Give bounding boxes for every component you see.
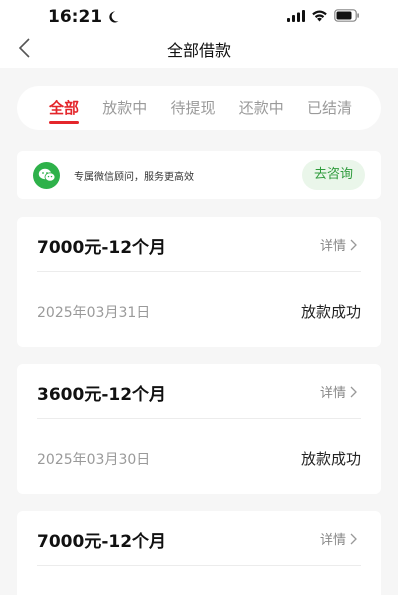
system-icons	[287, 9, 360, 22]
loan-amount: 7000元-12个月	[37, 238, 167, 258]
loan-date: 2025年03月30日	[37, 452, 151, 468]
detail-link[interactable]: 详情	[320, 382, 357, 401]
card-divider	[37, 271, 361, 272]
loan-card[interactable]: 7000元-12个月 详情 2025年03月31日 放款成功	[17, 217, 381, 347]
tab-all[interactable]: 全部	[49, 86, 80, 130]
moon-icon	[109, 11, 119, 23]
chevron-right-icon	[350, 239, 357, 250]
detail-label: 详情	[319, 533, 346, 548]
loan-amount: 3600元-12个月	[37, 385, 167, 405]
tab-repaying[interactable]: 还款中	[239, 86, 284, 130]
nav-bar: 全部借款	[0, 32, 398, 68]
detail-link[interactable]: 详情	[320, 529, 357, 548]
tab-disbursing[interactable]: 放款中	[102, 86, 147, 130]
signal-icon	[287, 9, 305, 22]
wechat-icon	[33, 161, 60, 189]
detail-label: 详情	[319, 386, 346, 401]
loan-amount: 7000元-12个月	[37, 532, 167, 552]
consult-button[interactable]: 去咨询	[302, 160, 365, 190]
loan-status: 放款成功	[300, 450, 361, 468]
status-bar: 16:21	[0, 0, 398, 32]
battery-icon	[334, 9, 359, 22]
loan-date: 2025年03月31日	[37, 305, 151, 321]
card-divider	[37, 418, 361, 419]
consult-text: 专属微信顾问，服务更高效	[74, 171, 194, 183]
loan-card[interactable]: 7000元-12个月 详情	[17, 511, 381, 595]
detail-label: 详情	[319, 239, 346, 254]
detail-link[interactable]: 详情	[320, 235, 357, 254]
tab-settled[interactable]: 已结清	[307, 86, 352, 130]
status-time-text: 16:21	[48, 7, 103, 27]
loan-card[interactable]: 3600元-12个月 详情 2025年03月30日 放款成功	[17, 364, 381, 494]
page-title: 全部借款	[166, 41, 231, 60]
status-tabs: 全部 放款中 待提现 还款中 已结清	[17, 86, 381, 130]
wechat-consult-banner: 专属微信顾问，服务更高效 去咨询	[17, 151, 381, 199]
status-time: 16:21	[48, 7, 120, 27]
card-divider	[37, 565, 361, 566]
wifi-icon	[312, 10, 327, 21]
chevron-right-icon	[350, 533, 357, 544]
chevron-right-icon	[350, 386, 357, 397]
tab-pending-withdrawal[interactable]: 待提现	[170, 86, 215, 130]
loan-status: 放款成功	[300, 303, 361, 321]
